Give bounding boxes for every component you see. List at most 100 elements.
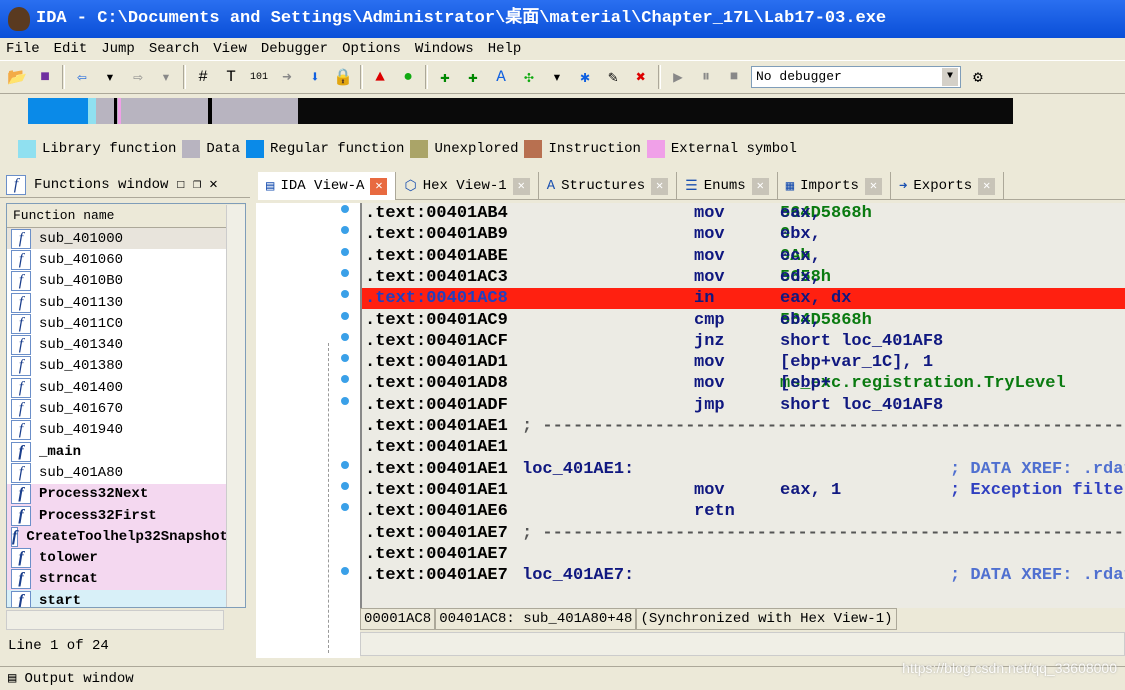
- code-line[interactable]: .text:00401AE1 loc_401AE1: ; DATA XREF: .r…: [362, 459, 1125, 480]
- disassembly-view[interactable]: .text:00401AB4 mov eax, 564D5868h .text:004…: [360, 203, 1125, 608]
- lock-icon[interactable]: 🔒: [332, 66, 354, 88]
- search-next-icon[interactable]: ➜: [276, 66, 298, 88]
- code-line[interactable]: .text:00401AB4 mov eax, 564D5868h: [362, 203, 1125, 224]
- function-list-item[interactable]: f start: [7, 590, 227, 607]
- code-line[interactable]: .text:00401AE1 mov eax, 1 ; Exception filte…: [362, 480, 1125, 501]
- breakpoint-dot-icon[interactable]: [341, 396, 349, 405]
- code-line[interactable]: .text:00401ACF jnz short loc_401AF8: [362, 331, 1125, 352]
- tab-exports[interactable]: ➜ Exports ✕: [891, 172, 1005, 200]
- pause-icon[interactable]: ⏸: [695, 66, 717, 88]
- tab-imports[interactable]: ▦ Imports ✕: [778, 172, 891, 200]
- functions-vertical-scrollbar[interactable]: [226, 205, 245, 607]
- forward-icon[interactable]: ⇨: [127, 66, 149, 88]
- disassembly-horizontal-scrollbar[interactable]: [360, 632, 1125, 656]
- function-list-item[interactable]: f sub_401380: [7, 356, 227, 377]
- function-list-item[interactable]: f sub_401400: [7, 377, 227, 398]
- create-struct-icon[interactable]: ✣: [518, 66, 540, 88]
- breakpoint-dot-icon[interactable]: [341, 481, 349, 490]
- search-binary-icon[interactable]: #: [192, 66, 214, 88]
- jump-icon[interactable]: ⬇: [304, 66, 326, 88]
- close-tab-icon[interactable]: ✕: [751, 177, 769, 195]
- tab-ida-view-a[interactable]: ▤ IDA View-A ✕: [258, 172, 397, 200]
- breakpoint-dot-icon[interactable]: [341, 247, 349, 256]
- add-enum-icon[interactable]: ✱: [574, 66, 596, 88]
- forward-dropdown-icon[interactable]: ▾: [155, 66, 177, 88]
- code-line[interactable]: .text:00401AE7 ; ------------------------…: [362, 523, 1125, 544]
- function-list-item[interactable]: f sub_4010B0: [7, 271, 227, 292]
- code-line[interactable]: .text:00401AD8 mov [ebp+ ms_exc.registratio…: [362, 373, 1125, 394]
- code-label[interactable]: loc_401AE7:: [522, 565, 634, 586]
- column-header-function-name[interactable]: Function name: [7, 204, 245, 228]
- menu-debugger[interactable]: Debugger: [261, 38, 328, 60]
- create-code-icon[interactable]: ✚: [434, 66, 456, 88]
- menu-view[interactable]: View: [213, 38, 247, 60]
- breakpoint-dot-icon[interactable]: [341, 268, 349, 277]
- code-line[interactable]: .text:00401AE6 retn: [362, 501, 1125, 522]
- breakpoint-dot-icon[interactable]: [341, 460, 349, 469]
- restore-icon[interactable]: ❐: [193, 176, 201, 193]
- function-list-item[interactable]: f Process32Next: [7, 483, 227, 505]
- breakpoint-dot-icon[interactable]: [341, 354, 349, 363]
- menu-edit[interactable]: Edit: [54, 38, 88, 60]
- close-tab-icon[interactable]: ✕: [512, 177, 530, 195]
- menu-windows[interactable]: Windows: [415, 38, 474, 60]
- start-debug-icon[interactable]: ▶: [667, 66, 689, 88]
- tab-hex-view-1[interactable]: ⬡ Hex View-1 ✕: [396, 172, 539, 200]
- breakpoint-dot-icon[interactable]: [341, 503, 349, 512]
- edit-icon[interactable]: ✎: [602, 66, 624, 88]
- breakpoint-dot-icon[interactable]: [341, 567, 349, 576]
- function-list-item[interactable]: f sub_401340: [7, 334, 227, 356]
- more-dropdown-icon[interactable]: ▾: [546, 66, 568, 88]
- code-label[interactable]: loc_401AE1:: [522, 459, 634, 480]
- function-list-item[interactable]: f sub_401060: [7, 249, 227, 270]
- close-tab-icon[interactable]: ✕: [864, 177, 882, 195]
- save-icon[interactable]: ■: [34, 66, 56, 88]
- breakpoint-dot-icon[interactable]: [341, 290, 349, 299]
- search-text-icon[interactable]: T: [220, 66, 242, 88]
- navigation-band[interactable]: [28, 98, 1013, 124]
- function-list-item[interactable]: f tolower: [7, 547, 227, 569]
- code-line[interactable]: .text:00401ADF jmp short loc_401AF8: [362, 395, 1125, 416]
- create-data-icon[interactable]: ✚: [462, 66, 484, 88]
- close-tab-icon[interactable]: ✕: [370, 177, 388, 195]
- code-line[interactable]: .text:00401ABE mov ecx, 0Ah: [362, 246, 1125, 267]
- close-tab-icon[interactable]: ✕: [651, 177, 669, 195]
- problems-icon[interactable]: ▲: [369, 66, 391, 88]
- close-tab-icon[interactable]: ✕: [978, 177, 996, 195]
- code-line[interactable]: .text:00401AC9 cmp ebx, 564D5868h: [362, 310, 1125, 331]
- open-icon[interactable]: 📂: [6, 66, 28, 88]
- code-line[interactable]: .text:00401AC3 mov edx, 5658h: [362, 267, 1125, 288]
- tab-structures[interactable]: A Structures ✕: [539, 172, 678, 200]
- menu-jump[interactable]: Jump: [101, 38, 135, 60]
- code-line[interactable]: .text:00401AE7: [362, 544, 1125, 565]
- delete-icon[interactable]: ✖: [630, 66, 652, 88]
- search-immediate-icon[interactable]: 101: [248, 66, 270, 88]
- code-line[interactable]: .text:00401AD1 mov [ebp+var_1C], 1: [362, 352, 1125, 373]
- tab-enums[interactable]: ☰ Enums ✕: [677, 172, 778, 200]
- back-dropdown-icon[interactable]: ▾: [99, 66, 121, 88]
- breakpoint-dot-icon[interactable]: [341, 311, 349, 320]
- menu-options[interactable]: Options: [342, 38, 401, 60]
- breakpoint-dot-icon[interactable]: [341, 375, 349, 384]
- function-list-item[interactable]: f Process32First: [7, 504, 227, 527]
- close-icon[interactable]: ✕: [209, 176, 217, 193]
- create-string-icon[interactable]: A: [490, 66, 512, 88]
- function-list-item[interactable]: f sub_401940: [7, 420, 227, 441]
- code-line[interactable]: .text:00401AE7 loc_401AE7: ; DATA XREF: .r…: [362, 565, 1125, 586]
- breakpoint-dot-icon[interactable]: [341, 332, 349, 341]
- function-list-item[interactable]: f sub_401A80: [7, 462, 227, 483]
- maximize-icon[interactable]: ☐: [176, 176, 184, 193]
- run-icon[interactable]: ●: [397, 66, 419, 88]
- function-list-item[interactable]: f strncat: [7, 568, 227, 591]
- stop-icon[interactable]: ⏹: [723, 66, 745, 88]
- menu-search[interactable]: Search: [149, 38, 199, 60]
- code-line[interactable]: .text:00401AE1 ; ------------------------…: [362, 416, 1125, 437]
- back-icon[interactable]: ⇦: [71, 66, 93, 88]
- function-list-item[interactable]: f CreateToolhelp32Snapshot: [7, 526, 228, 548]
- debugger-options-icon[interactable]: ⚙: [967, 66, 989, 88]
- code-line[interactable]: .text:00401AE1: [362, 437, 1125, 458]
- breakpoint-dot-icon[interactable]: [341, 226, 349, 235]
- code-line[interactable]: .text:00401AC8 in eax, dx: [362, 288, 1125, 310]
- function-list-item[interactable]: f sub_401130: [7, 292, 227, 313]
- menu-file[interactable]: File: [6, 38, 40, 60]
